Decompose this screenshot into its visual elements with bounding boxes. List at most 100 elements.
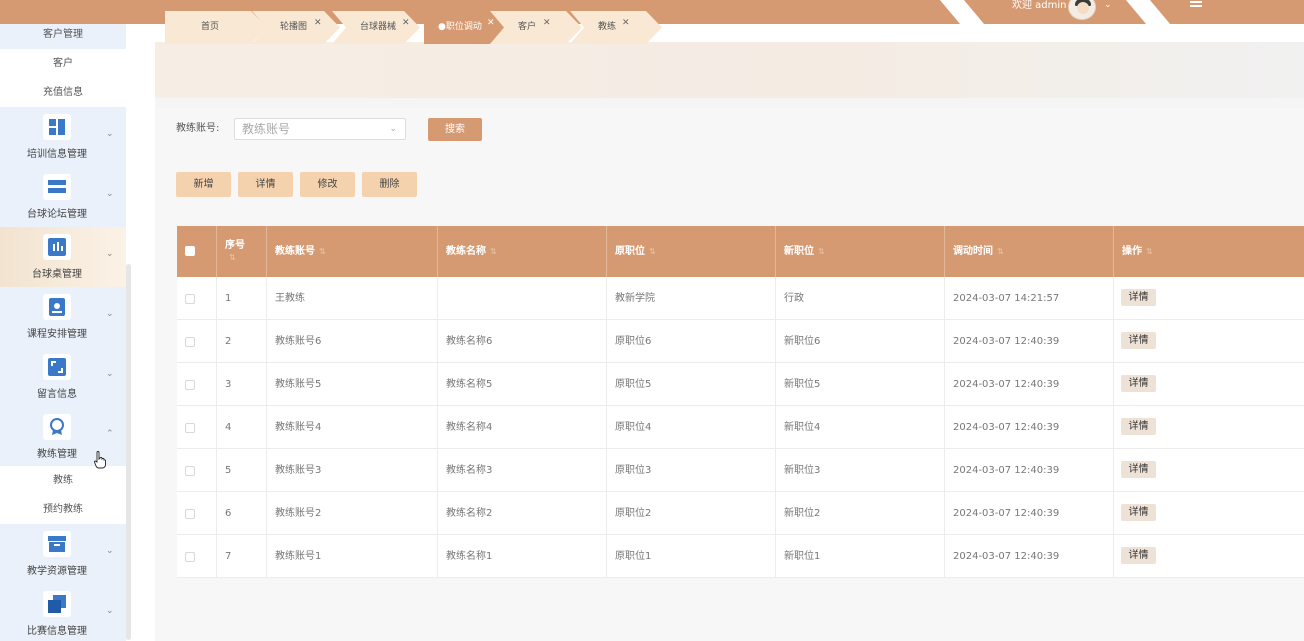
cell-coach-name: 教练名称3 — [438, 449, 607, 492]
close-icon[interactable]: ✕ — [622, 7, 630, 40]
header-old-position[interactable]: 原职位 ⇅ — [607, 226, 776, 277]
tab-customer[interactable]: 客户 ✕ — [490, 11, 582, 44]
header-label: 操作 — [1122, 246, 1142, 257]
sidebar-subitem-recharge[interactable]: 充值信息 — [0, 78, 126, 107]
sort-icon[interactable]: ⇅ — [649, 247, 656, 256]
cell-coach-name: 教练名称6 — [438, 320, 607, 363]
select-all-checkbox[interactable] — [185, 246, 195, 256]
tab-coach[interactable]: 教练 ✕ — [570, 11, 662, 44]
cell-transfer-time: 2024-03-07 12:40:39 — [945, 406, 1114, 449]
row-detail-button[interactable]: 详情 — [1121, 332, 1156, 349]
sidebar-item-customer-manage[interactable]: 客户管理 — [0, 24, 126, 49]
cell-coach-account: 教练账号3 — [267, 449, 438, 492]
cell-transfer-time: 2024-03-07 12:40:39 — [945, 535, 1114, 578]
row-checkbox[interactable] — [185, 337, 195, 347]
sidebar-group-resources[interactable]: 教学资源管理 ⌄ — [0, 524, 126, 584]
sidebar-scrollbar[interactable] — [126, 264, 131, 640]
sort-icon[interactable]: ⇅ — [818, 247, 825, 256]
header-coach-account[interactable]: 教练账号 ⇅ — [267, 226, 438, 277]
cell-coach-account: 教练账号5 — [267, 363, 438, 406]
table-row[interactable]: 3 教练账号5 教练名称5 原职位5 新职位5 2024-03-07 12:40:39 详情 — [177, 363, 1304, 406]
cell-new-position: 行政 — [776, 277, 945, 320]
row-select-cell — [177, 449, 217, 492]
badge-icon — [43, 414, 71, 440]
sidebar-subitem-booking[interactable]: 预约教练 — [0, 495, 126, 524]
row-checkbox[interactable] — [185, 552, 195, 562]
sidebar-group-match[interactable]: 比赛信息管理 ⌄ — [0, 584, 126, 641]
delete-button[interactable]: 删除 — [362, 172, 417, 197]
edit-button[interactable]: 修改 — [300, 172, 355, 197]
tab-equipment[interactable]: 台球器械 ✕ — [332, 11, 420, 44]
row-detail-button[interactable]: 详情 — [1121, 461, 1156, 478]
sidebar-group-forum[interactable]: 台球论坛管理 ⌄ — [0, 167, 126, 227]
row-checkbox[interactable] — [185, 294, 195, 304]
sidebar-subitem-customer[interactable]: 客户 — [0, 49, 126, 78]
cell-old-position: 原职位4 — [607, 406, 776, 449]
chevron-down-icon[interactable]: ⌄ — [1104, 0, 1112, 10]
row-checkbox[interactable] — [185, 380, 195, 390]
table-row[interactable]: 6 教练账号2 教练名称2 原职位2 新职位2 2024-03-07 12:40:39 详情 — [177, 492, 1304, 535]
sidebar-group-course[interactable]: 课程安排管理 ⌄ — [0, 287, 126, 347]
header-label: 序号 — [225, 240, 245, 251]
cell-old-position: 教新学院 — [607, 277, 776, 320]
sort-icon[interactable]: ⇅ — [319, 247, 326, 256]
sort-icon[interactable]: ⇅ — [229, 253, 266, 262]
cell-index: 2 — [217, 320, 267, 363]
row-select-cell — [177, 363, 217, 406]
cell-index: 4 — [217, 406, 267, 449]
table-row[interactable]: 5 教练账号3 教练名称3 原职位3 新职位3 2024-03-07 12:40:39 详情 — [177, 449, 1304, 492]
close-icon[interactable]: ✕ — [402, 7, 410, 40]
sidebar-group-table[interactable]: 台球桌管理 ⌄ — [0, 227, 126, 287]
row-detail-button[interactable]: 详情 — [1121, 289, 1156, 306]
header-stripe — [1125, 0, 1171, 24]
sidebar-group-label: 课程安排管理 — [27, 329, 87, 340]
header-coach-name[interactable]: 教练名称 ⇅ — [438, 226, 607, 277]
table-row[interactable]: 4 教练账号4 教练名称4 原职位4 新职位4 2024-03-07 12:40:39 详情 — [177, 406, 1304, 449]
table-row[interactable]: 7 教练账号1 教练名称1 原职位1 新职位1 2024-03-07 12:40:39 详情 — [177, 535, 1304, 578]
sort-icon[interactable]: ⇅ — [490, 247, 497, 256]
add-button[interactable]: 新增 — [176, 172, 231, 197]
cell-index: 7 — [217, 535, 267, 578]
row-checkbox[interactable] — [185, 466, 195, 476]
table-row[interactable]: 1 王教练 教新学院 行政 2024-03-07 14:21:57 详情 — [177, 277, 1304, 320]
user-avatar[interactable] — [1068, 0, 1096, 20]
table-row[interactable]: 2 教练账号6 教练名称6 原职位6 新职位6 2024-03-07 12:40:39 详情 — [177, 320, 1304, 363]
header-select-cell — [177, 226, 217, 277]
tab-bar-background — [155, 42, 1304, 98]
sidebar-group-label: 台球桌管理 — [32, 269, 82, 280]
chevron-down-icon: ⌄ — [106, 369, 114, 379]
cell-new-position: 新职位3 — [776, 449, 945, 492]
header-label: 调动时间 — [953, 246, 993, 257]
chevron-up-icon: ⌃ — [106, 429, 114, 439]
cell-coach-account: 教练账号2 — [267, 492, 438, 535]
header-stripe — [939, 0, 985, 24]
tab-home[interactable]: 首页 — [165, 11, 267, 44]
close-icon[interactable]: ✕ — [314, 7, 322, 40]
search-button[interactable]: 搜索 — [428, 118, 482, 141]
tab-carousel[interactable]: 轮播图 ✕ — [252, 11, 340, 44]
header-new-position[interactable]: 新职位 ⇅ — [776, 226, 945, 277]
sidebar-group-training[interactable]: 培训信息管理 ⌄ — [0, 107, 126, 167]
row-checkbox[interactable] — [185, 423, 195, 433]
row-detail-button[interactable]: 详情 — [1121, 504, 1156, 521]
row-detail-button[interactable]: 详情 — [1121, 418, 1156, 435]
tab-bar — [155, 42, 1304, 98]
row-detail-button[interactable]: 详情 — [1121, 547, 1156, 564]
sidebar-group-message[interactable]: 留言信息 ⌄ — [0, 347, 126, 407]
header-transfer-time[interactable]: 调动时间 ⇅ — [945, 226, 1114, 277]
coach-account-select[interactable]: 教练账号 ⌄ — [234, 118, 406, 140]
chevron-down-icon: ⌄ — [106, 189, 114, 199]
menu-toggle-icon[interactable] — [1190, 1, 1202, 9]
sort-icon[interactable]: ⇅ — [997, 247, 1004, 256]
sidebar-group-label: 培训信息管理 — [27, 149, 87, 160]
close-icon[interactable]: ✕ — [543, 7, 551, 40]
sidebar-subitem-coach[interactable]: 教练 — [0, 466, 126, 495]
row-checkbox[interactable] — [185, 509, 195, 519]
sort-icon[interactable]: ⇅ — [1146, 247, 1153, 256]
detail-button[interactable]: 详情 — [238, 172, 293, 197]
cell-index: 1 — [217, 277, 267, 320]
row-detail-button[interactable]: 详情 — [1121, 375, 1156, 392]
sidebar-group-coach[interactable]: 教练管理 ⌃ — [0, 407, 126, 467]
cell-old-position: 原职位2 — [607, 492, 776, 535]
tab-position-transfer[interactable]: ●职位调动 ✕ — [424, 11, 506, 44]
